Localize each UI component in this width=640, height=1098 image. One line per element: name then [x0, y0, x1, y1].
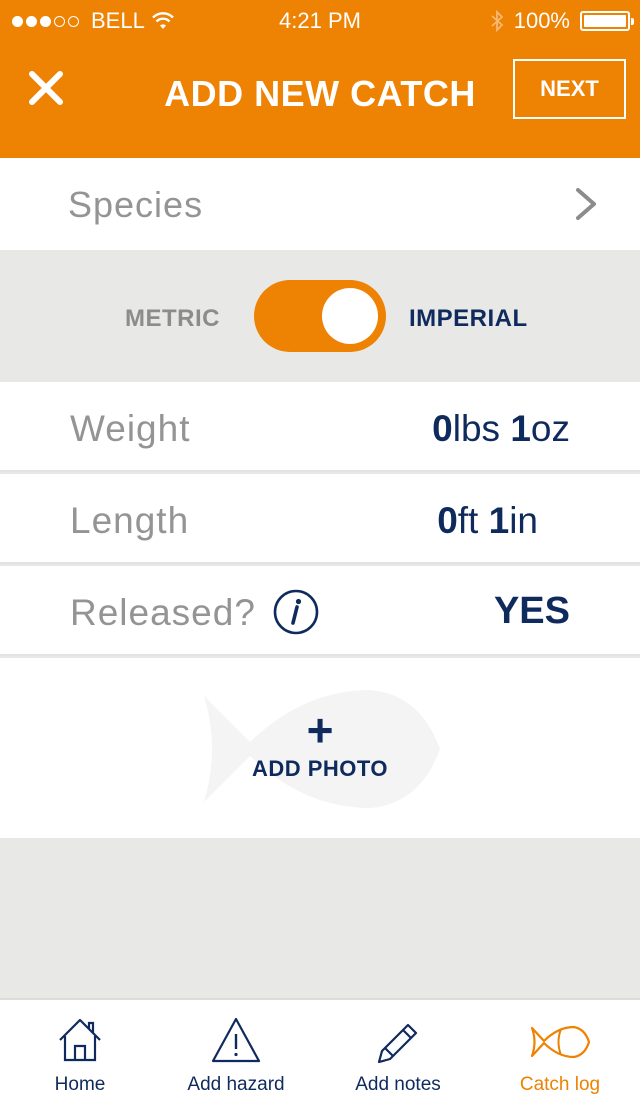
tab-add-hazard[interactable]: Add hazard: [156, 1000, 316, 1098]
battery-percent: 100%: [513, 8, 570, 33]
weight-label: Weight: [70, 408, 191, 449]
released-label: Released?: [70, 592, 256, 633]
species-selector[interactable]: Species: [0, 158, 640, 250]
tab-add-notes[interactable]: Add notes: [318, 1000, 478, 1098]
length-in-value: 1: [488, 500, 510, 541]
tab-catch-log-label: Catch log: [519, 1074, 601, 1095]
pencil-icon: [377, 1023, 418, 1064]
length-in-unit: in: [509, 500, 538, 541]
metric-label[interactable]: METRIC: [125, 305, 220, 333]
add-photo-button[interactable]: + ADD PHOTO: [0, 704, 640, 782]
weight-lbs-unit: lbs: [452, 408, 501, 449]
weight-row[interactable]: Weight 0lbs 1oz: [0, 382, 640, 472]
tab-home-label: Home: [54, 1074, 106, 1095]
plus-icon: +: [306, 704, 334, 756]
bluetooth-icon: [491, 10, 504, 32]
status-bar: BELL 4:21 PM 100%: [0, 0, 640, 40]
length-ft-value: 0: [437, 500, 458, 541]
tab-catch-log[interactable]: Catch log: [480, 1000, 640, 1098]
warning-icon: [211, 1017, 261, 1063]
add-photo-label: ADD PHOTO: [251, 756, 389, 781]
tab-home[interactable]: Home: [0, 1000, 160, 1098]
status-right: 100%: [490, 8, 634, 34]
photo-area: + ADD PHOTO: [0, 658, 640, 838]
released-row[interactable]: Released? YES: [0, 566, 640, 656]
species-label: Species: [68, 184, 204, 225]
length-value[interactable]: 0ft 1in: [437, 500, 538, 542]
header-bar: ADD NEW CATCH NEXT: [0, 40, 640, 158]
chevron-right-icon: [576, 188, 596, 220]
next-button[interactable]: NEXT: [513, 59, 626, 119]
weight-lbs-value: 0: [432, 408, 453, 449]
length-label: Length: [70, 500, 190, 541]
tab-add-notes-label: Add notes: [355, 1074, 441, 1095]
imperial-label[interactable]: IMPERIAL: [409, 305, 528, 333]
fish-icon: [530, 1025, 591, 1059]
tab-bar: Home Add hazard Add notes Catch log: [0, 998, 640, 1098]
weight-oz-unit: oz: [530, 408, 570, 449]
info-icon[interactable]: [272, 588, 320, 636]
tab-add-hazard-label: Add hazard: [187, 1074, 285, 1095]
length-ft-unit: ft: [457, 500, 479, 541]
length-row[interactable]: Length 0ft 1in: [0, 474, 640, 564]
weight-oz-value: 1: [510, 408, 531, 449]
released-value[interactable]: YES: [494, 590, 570, 633]
home-icon: [59, 1018, 101, 1062]
toggle-knob: [322, 288, 378, 344]
unit-toggle-switch[interactable]: [254, 280, 386, 352]
battery-icon: [580, 11, 634, 31]
weight-value[interactable]: 0lbs 1oz: [432, 408, 570, 450]
unit-toggle-section: METRIC IMPERIAL: [0, 250, 640, 382]
